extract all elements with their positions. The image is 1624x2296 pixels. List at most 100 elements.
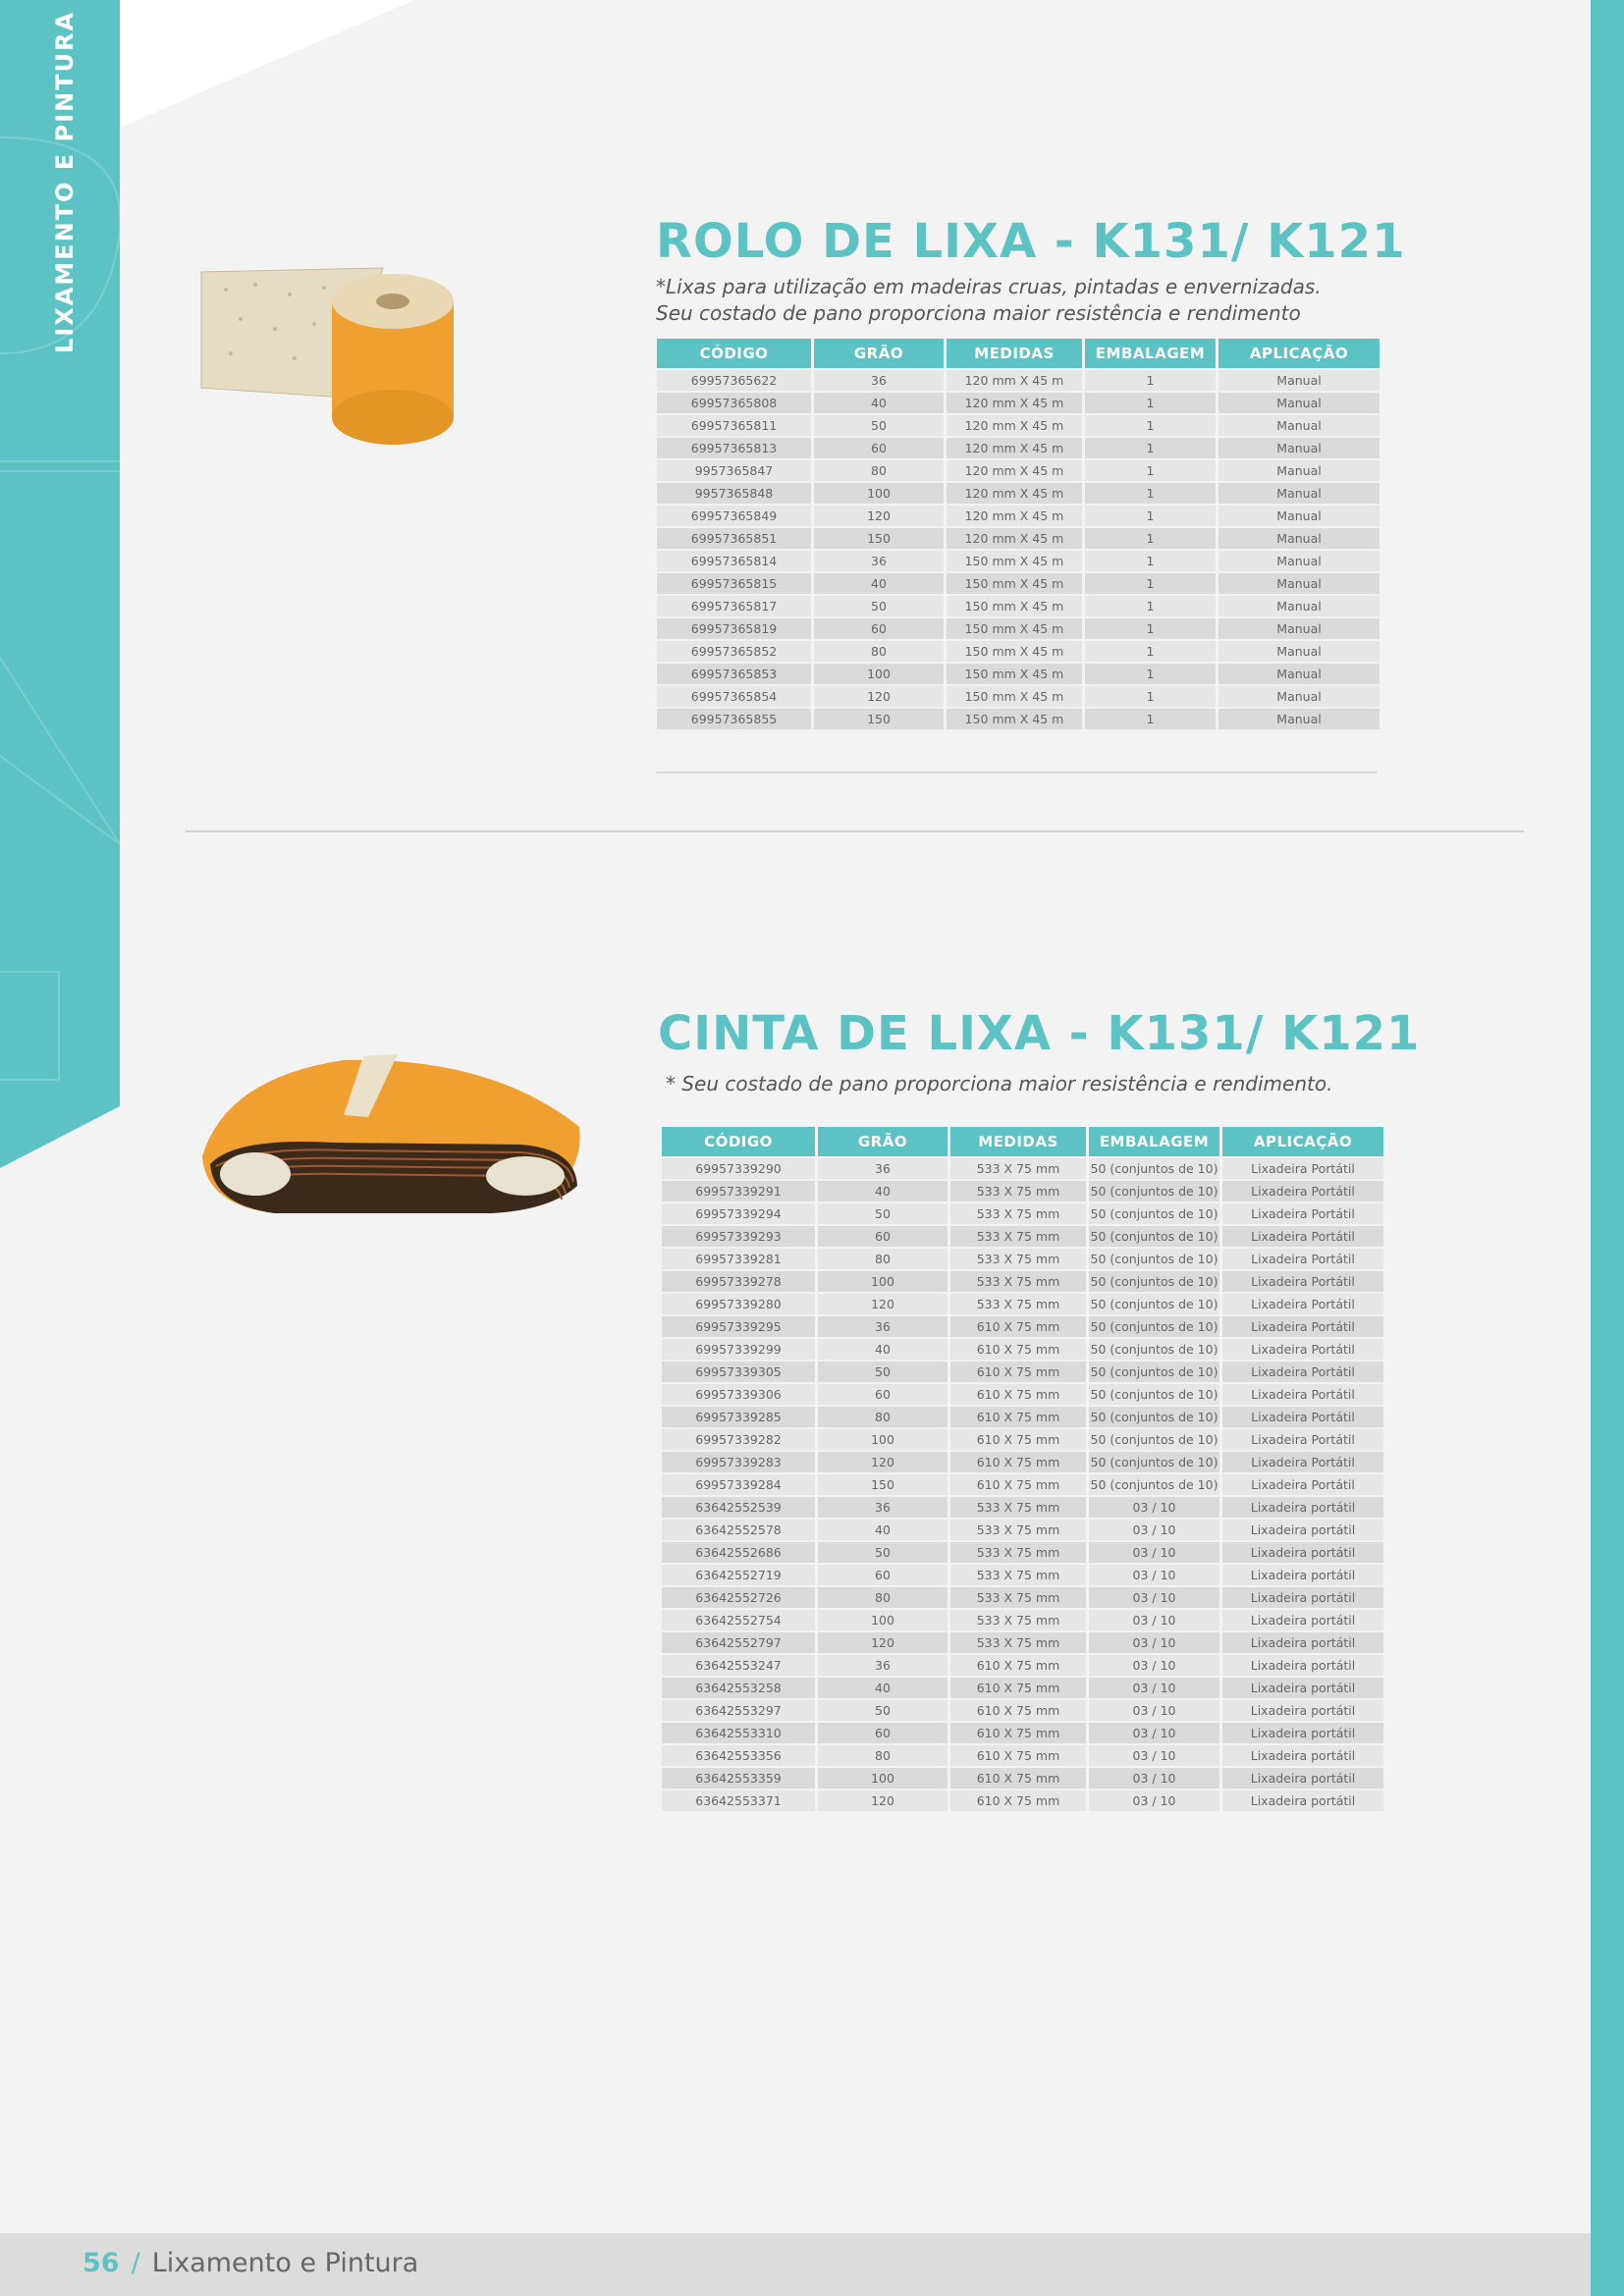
table-cell: 60 <box>818 1384 947 1405</box>
table-cell: Lixadeira Portátil <box>1222 1362 1383 1382</box>
table-row: 69957365817 50 150 mm X 45 m 1 Manual <box>657 596 1380 616</box>
table-cell: 69957365808 <box>657 393 811 413</box>
table-row: 69957339285 80 610 X 75 mm 50 (conjuntos de… <box>662 1407 1383 1427</box>
table-cell: 03 / 10 <box>1089 1700 1219 1721</box>
table-cell: Lixadeira Portátil <box>1222 1203 1383 1224</box>
product-image-belts <box>196 1048 589 1225</box>
table-cell: 1 <box>1085 506 1216 526</box>
table-cell: 80 <box>814 641 944 662</box>
table-cell: Lixadeira portátil <box>1222 1587 1383 1608</box>
table-row: 69957365811 50 120 mm X 45 m 1 Manual <box>657 415 1380 436</box>
table-cell: Lixadeira Portátil <box>1222 1474 1383 1495</box>
table-cell: 533 X 75 mm <box>950 1249 1086 1269</box>
table-cell: 50 <box>818 1362 947 1382</box>
table-cell: 03 / 10 <box>1089 1565 1219 1585</box>
table-row: 69957365855 150 150 mm X 45 m 1 Manual <box>657 709 1380 729</box>
table-cell: 610 X 75 mm <box>950 1768 1086 1789</box>
table-row: 69957365815 40 150 mm X 45 m 1 Manual <box>657 573 1380 594</box>
table-cell: 50 (conjuntos de 10) <box>1089 1294 1219 1314</box>
table-cell: 69957339280 <box>662 1294 815 1314</box>
table-cell: 63642553356 <box>662 1745 815 1766</box>
table-cell: Lixadeira portátil <box>1222 1497 1383 1518</box>
table-cell: 150 <box>814 709 944 729</box>
table-cell: 120 mm X 45 m <box>947 415 1082 436</box>
table-cell: Lixadeira Portátil <box>1222 1316 1383 1337</box>
table-row: 69957365852 80 150 mm X 45 m 1 Manual <box>657 641 1380 662</box>
column-header: MEDIDAS <box>950 1127 1086 1156</box>
table-cell: 69957365855 <box>657 709 811 729</box>
table-cell: 150 mm X 45 m <box>947 641 1082 662</box>
table-cell: 63642552578 <box>662 1520 815 1540</box>
table-cell: 1 <box>1085 664 1216 684</box>
table-cell: 533 X 75 mm <box>950 1181 1086 1201</box>
table-cell: 150 mm X 45 m <box>947 596 1082 616</box>
table-cell: 36 <box>818 1158 947 1179</box>
table-cell: Lixadeira Portátil <box>1222 1294 1383 1314</box>
table-cell: 50 <box>818 1542 947 1563</box>
table-cell: 120 <box>818 1632 947 1653</box>
table-cell: Manual <box>1218 596 1380 616</box>
table-cell: 120 <box>818 1452 947 1472</box>
table-cell: 1 <box>1085 393 1216 413</box>
table-cell: 60 <box>814 438 944 458</box>
table-cell: 610 X 75 mm <box>950 1339 1086 1360</box>
product-description: *Lixas para utilização em madeiras cruas… <box>656 275 1322 325</box>
table-row: 63642552797 120 533 X 75 mm 03 / 10 Lixadeir… <box>662 1632 1383 1653</box>
table-row: 63642553297 50 610 X 75 mm 03 / 10 Lixadeira… <box>662 1700 1383 1721</box>
table-row: 69957339291 40 533 X 75 mm 50 (conjuntos de… <box>662 1181 1383 1201</box>
table-cell: Lixadeira Portátil <box>1222 1452 1383 1472</box>
table-row: 63642552578 40 533 X 75 mm 03 / 10 Lixadeira… <box>662 1520 1383 1540</box>
table-cell: 69957365814 <box>657 551 811 571</box>
product-description: * Seu costado de pano proporciona maior … <box>666 1072 1333 1095</box>
table-cell: 50 <box>814 415 944 436</box>
table-row: 69957339282 100 610 X 75 mm 50 (conjuntos d… <box>662 1429 1383 1450</box>
table-cell: 69957365811 <box>657 415 811 436</box>
table-row: 69957339284 150 610 X 75 mm 50 (conjuntos d… <box>662 1474 1383 1495</box>
table-row: 69957339293 60 533 X 75 mm 50 (conjuntos de… <box>662 1226 1383 1247</box>
table-row: 69957365854 120 150 mm X 45 m 1 Manual <box>657 686 1380 707</box>
table-cell: 533 X 75 mm <box>950 1271 1086 1292</box>
table-cell: Lixadeira portátil <box>1222 1768 1383 1789</box>
table-cell: Lixadeira Portátil <box>1222 1249 1383 1269</box>
table-cell: 63642552726 <box>662 1587 815 1608</box>
table-cell: 610 X 75 mm <box>950 1790 1086 1811</box>
table-row: 63642553247 36 610 X 75 mm 03 / 10 Lixadeira… <box>662 1655 1383 1676</box>
table-cell: Lixadeira portátil <box>1222 1610 1383 1630</box>
table-cell: Lixadeira portátil <box>1222 1520 1383 1540</box>
table-cell: 50 (conjuntos de 10) <box>1089 1226 1219 1247</box>
table-row: 63642552726 80 533 X 75 mm 03 / 10 Lixadeira… <box>662 1587 1383 1608</box>
table-cell: Manual <box>1218 551 1380 571</box>
column-header: GRÃO <box>818 1127 947 1156</box>
table-cell: 63642552539 <box>662 1497 815 1518</box>
table-cell: 69957339283 <box>662 1452 815 1472</box>
table-cell: Manual <box>1218 415 1380 436</box>
table-cell: 610 X 75 mm <box>950 1723 1086 1743</box>
table-cell: 50 (conjuntos de 10) <box>1089 1181 1219 1201</box>
table-header-row: CÓDIGO GRÃO MEDIDAS EMBALAGEM APLICAÇÃO <box>662 1127 1383 1156</box>
table-cell: 80 <box>818 1249 947 1269</box>
table-cell: 63642553371 <box>662 1790 815 1811</box>
table-cell: 63642553258 <box>662 1678 815 1698</box>
table-cell: 1 <box>1085 573 1216 594</box>
table-cell: 1 <box>1085 483 1216 504</box>
table-cell: 1 <box>1085 686 1216 707</box>
table-cell: 40 <box>818 1678 947 1698</box>
table-cell: Lixadeira portátil <box>1222 1790 1383 1811</box>
product-image-roll <box>196 260 589 466</box>
table-cell: Manual <box>1218 370 1380 391</box>
table-cell: Manual <box>1218 506 1380 526</box>
table-cell: 50 (conjuntos de 10) <box>1089 1316 1219 1337</box>
table-cell: 69957365817 <box>657 596 811 616</box>
table-cell: 150 mm X 45 m <box>947 573 1082 594</box>
table-cell: 100 <box>818 1768 947 1789</box>
table-cell: 63642553247 <box>662 1655 815 1676</box>
table-cell: Manual <box>1218 438 1380 458</box>
table-cell: Manual <box>1218 393 1380 413</box>
table-cell: 69957339281 <box>662 1249 815 1269</box>
table-cell: 03 / 10 <box>1089 1632 1219 1653</box>
table-row: 69957339278 100 533 X 75 mm 50 (conjuntos d… <box>662 1271 1383 1292</box>
table-cell: 610 X 75 mm <box>950 1678 1086 1698</box>
table-row: 69957365849 120 120 mm X 45 m 1 Manual <box>657 506 1380 526</box>
table-cell: 120 mm X 45 m <box>947 506 1082 526</box>
table-cell: 150 mm X 45 m <box>947 664 1082 684</box>
